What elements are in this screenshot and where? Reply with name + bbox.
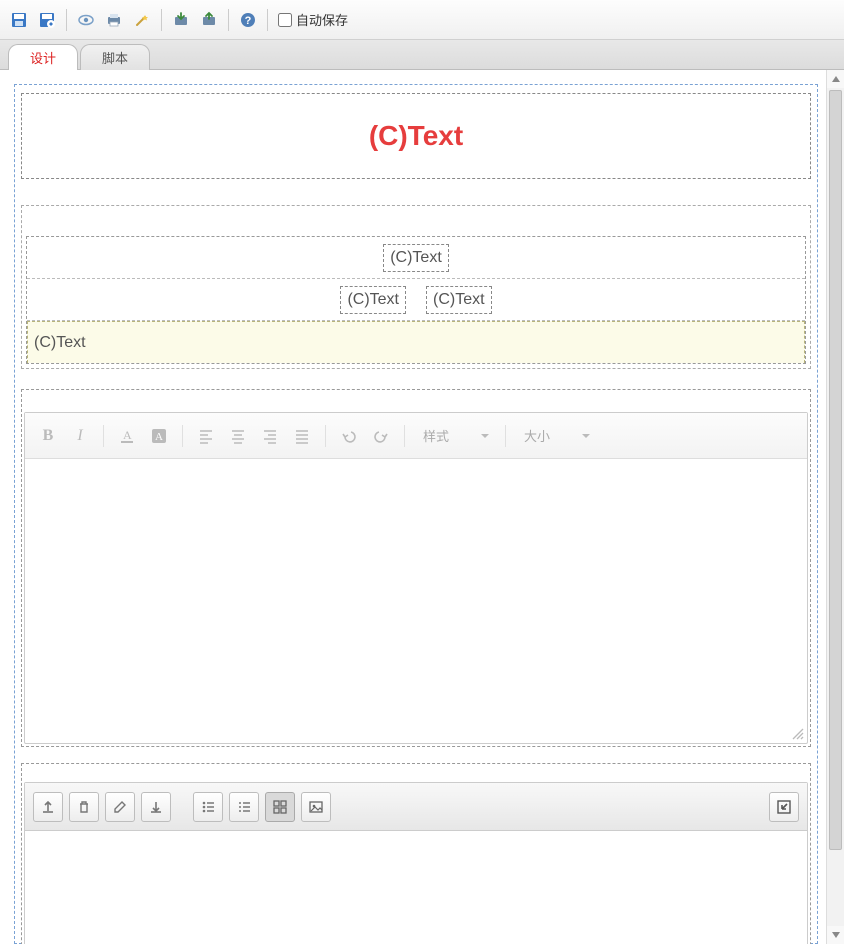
scroll-down-button[interactable] xyxy=(827,926,844,944)
scroll-up-button[interactable] xyxy=(827,70,844,88)
svg-text:A: A xyxy=(155,431,163,443)
rich-text-editor[interactable]: B I A A xyxy=(24,412,808,744)
bg-color-button[interactable]: A xyxy=(146,423,172,449)
text-section[interactable]: (C)Text (C)Text (C)Text (C)Text xyxy=(21,205,811,369)
text-placeholder[interactable]: (C)Text xyxy=(426,286,492,314)
text-row-3[interactable]: (C)Text xyxy=(27,321,805,363)
tab-script[interactable]: 脚本 xyxy=(80,44,150,70)
text-row-1[interactable]: (C)Text xyxy=(27,237,805,279)
design-canvas-wrap: (C)Text (C)Text (C)Text (C)Text (C)Text xyxy=(0,70,844,944)
rte-wrapper[interactable]: B I A A xyxy=(21,389,811,747)
rte-separator xyxy=(325,425,326,447)
import-button[interactable] xyxy=(168,7,194,33)
collapse-button[interactable] xyxy=(769,792,799,822)
svg-text:A: A xyxy=(123,428,132,442)
rte-toolbar: B I A A xyxy=(25,413,807,459)
tab-design[interactable]: 设计 xyxy=(8,44,78,70)
vertical-scrollbar[interactable] xyxy=(826,70,844,944)
autosave-checkbox[interactable] xyxy=(278,13,292,27)
autosave-toggle[interactable]: 自动保存 xyxy=(278,10,348,29)
align-left-button[interactable] xyxy=(193,423,219,449)
rte-body[interactable] xyxy=(25,459,807,725)
upload-button[interactable] xyxy=(33,792,63,822)
grid-view-button[interactable] xyxy=(265,792,295,822)
design-surface[interactable]: (C)Text (C)Text (C)Text (C)Text (C)Text xyxy=(14,84,818,944)
delete-button[interactable] xyxy=(69,792,99,822)
toolbar-separator xyxy=(267,9,268,31)
rte-separator xyxy=(404,425,405,447)
redo-button[interactable] xyxy=(368,423,394,449)
image-view-button[interactable] xyxy=(301,792,331,822)
app-toolbar: ? 自动保存 xyxy=(0,0,844,40)
edit-button[interactable] xyxy=(105,792,135,822)
align-center-button[interactable] xyxy=(225,423,251,449)
svg-text:?: ? xyxy=(245,15,252,27)
fm-toolbar xyxy=(25,783,807,831)
align-justify-button[interactable] xyxy=(289,423,315,449)
wand-button[interactable] xyxy=(129,7,155,33)
size-select[interactable]: 大小 xyxy=(516,422,596,450)
title-placeholder[interactable]: (C)Text xyxy=(21,93,811,179)
text-row-2[interactable]: (C)Text (C)Text xyxy=(27,279,805,321)
rte-separator xyxy=(505,425,506,447)
toolbar-separator xyxy=(161,9,162,31)
export-button[interactable] xyxy=(196,7,222,33)
style-select[interactable]: 样式 xyxy=(415,422,495,450)
align-right-button[interactable] xyxy=(257,423,283,449)
italic-button[interactable]: I xyxy=(67,423,93,449)
title-text: (C)Text xyxy=(369,120,463,152)
file-manager[interactable] xyxy=(24,782,808,944)
resize-grip-icon[interactable] xyxy=(791,727,805,741)
tab-strip: 设计 脚本 xyxy=(0,40,844,70)
download-button[interactable] xyxy=(141,792,171,822)
preview-button[interactable] xyxy=(73,7,99,33)
print-button[interactable] xyxy=(101,7,127,33)
text-placeholder[interactable]: (C)Text xyxy=(34,334,86,352)
toolbar-separator xyxy=(66,9,67,31)
text-color-button[interactable]: A xyxy=(114,423,140,449)
scrollbar-thumb[interactable] xyxy=(829,90,842,850)
list-button[interactable] xyxy=(229,792,259,822)
text-placeholder[interactable]: (C)Text xyxy=(383,244,449,272)
rte-separator xyxy=(182,425,183,447)
autosave-label: 自动保存 xyxy=(296,10,348,29)
save-as-button[interactable] xyxy=(34,7,60,33)
filemanager-wrapper[interactable] xyxy=(21,763,811,944)
undo-button[interactable] xyxy=(336,423,362,449)
rte-separator xyxy=(103,425,104,447)
save-button[interactable] xyxy=(6,7,32,33)
text-rows: (C)Text (C)Text (C)Text (C)Text xyxy=(26,236,806,364)
text-placeholder[interactable]: (C)Text xyxy=(340,286,406,314)
bold-button[interactable]: B xyxy=(35,423,61,449)
toolbar-separator xyxy=(228,9,229,31)
help-button[interactable]: ? xyxy=(235,7,261,33)
list-numbered-button[interactable] xyxy=(193,792,223,822)
